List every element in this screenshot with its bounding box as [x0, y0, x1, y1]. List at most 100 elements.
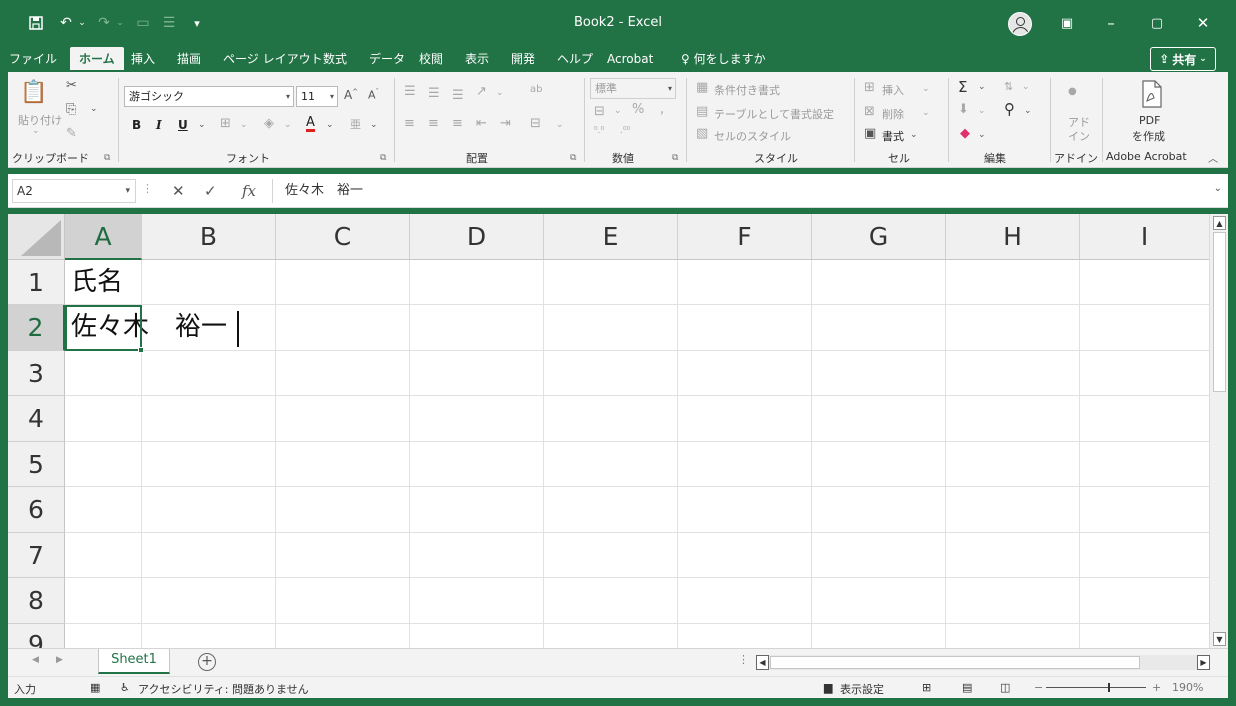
cell-i2[interactable]: [1080, 305, 1210, 351]
cell-i4[interactable]: [1080, 396, 1210, 442]
scroll-right-icon[interactable]: ▶: [1197, 655, 1210, 670]
cell-i5[interactable]: [1080, 442, 1210, 487]
number-launcher-icon[interactable]: ⧉: [672, 153, 678, 163]
cell-b8[interactable]: [142, 578, 276, 624]
format-as-table-icon[interactable]: ▤: [696, 104, 708, 119]
cell-c8[interactable]: [276, 578, 410, 624]
tab-review[interactable]: 校閲: [410, 47, 452, 72]
zoom-out-icon[interactable]: −: [1034, 681, 1043, 694]
column-header-d[interactable]: D: [410, 214, 544, 260]
cell-f8[interactable]: [678, 578, 812, 624]
sheet-tab-sheet1[interactable]: Sheet1: [98, 649, 170, 674]
cell-i9[interactable]: [1080, 624, 1210, 648]
normal-view-icon[interactable]: ⊞: [922, 681, 931, 694]
cell-d1[interactable]: [410, 260, 544, 305]
paste-button[interactable]: 貼り付け: [18, 112, 62, 128]
cell-d6[interactable]: [410, 487, 544, 533]
row-header-3[interactable]: 3: [8, 351, 65, 396]
restore-icon[interactable]: ▢: [1134, 8, 1180, 38]
cell-b3[interactable]: [142, 351, 276, 396]
column-header-h[interactable]: H: [946, 214, 1080, 260]
align-left-icon[interactable]: ≡: [404, 116, 415, 131]
cell-c9[interactable]: [276, 624, 410, 648]
font-color-dropdown-icon[interactable]: ⌄: [326, 120, 334, 130]
format-cells-button[interactable]: 書式: [882, 128, 904, 144]
column-header-c[interactable]: C: [276, 214, 410, 260]
close-icon[interactable]: ✕: [1180, 8, 1226, 38]
undo-icon[interactable]: ↶: [56, 12, 76, 34]
insert-cells-button[interactable]: 挿入: [882, 82, 904, 98]
align-middle-icon[interactable]: ☰: [428, 86, 440, 101]
wrap-text-icon[interactable]: ab: [530, 84, 542, 95]
underline-dropdown-icon[interactable]: ⌄: [198, 120, 206, 130]
cell-e7[interactable]: [544, 533, 678, 578]
vertical-scroll-thumb[interactable]: [1213, 232, 1226, 392]
cell-h3[interactable]: [946, 351, 1080, 396]
tell-me-search[interactable]: ♀ 何をしますか: [672, 47, 775, 72]
horizontal-scroll-thumb[interactable]: [770, 656, 1140, 669]
delete-dropdown-icon[interactable]: ⌄: [922, 108, 930, 118]
display-settings-icon[interactable]: ▆: [824, 681, 832, 694]
name-box[interactable]: A2 ▾: [12, 179, 136, 203]
autosum-dropdown-icon[interactable]: ⌄: [978, 82, 986, 92]
cell-c4[interactable]: [276, 396, 410, 442]
worksheet-grid[interactable]: A B C D E F G H I 1 2 3 4 5 6 7 8 9 氏名 佐…: [8, 214, 1228, 648]
cell-a8[interactable]: [65, 578, 142, 624]
percent-icon[interactable]: %: [632, 102, 644, 117]
new-file-icon[interactable]: ▭: [134, 12, 152, 34]
fill-icon[interactable]: ⬇: [958, 102, 969, 117]
next-sheet-icon[interactable]: ▶: [56, 655, 63, 665]
vertical-scrollbar[interactable]: ▲ ▼: [1209, 214, 1228, 648]
cell-g9[interactable]: [812, 624, 946, 648]
comma-icon[interactable]: ,: [660, 102, 664, 117]
cell-h4[interactable]: [946, 396, 1080, 442]
cell-f6[interactable]: [678, 487, 812, 533]
cell-e4[interactable]: [544, 396, 678, 442]
zoom-slider[interactable]: [1046, 683, 1146, 692]
format-dropdown-icon[interactable]: ⌄: [910, 130, 918, 140]
underline-icon[interactable]: U: [178, 118, 188, 132]
row-header-1[interactable]: 1: [8, 260, 65, 305]
column-header-g[interactable]: G: [812, 214, 946, 260]
fill-handle[interactable]: [138, 347, 144, 353]
cell-d7[interactable]: [410, 533, 544, 578]
cell-d5[interactable]: [410, 442, 544, 487]
cell-i1[interactable]: [1080, 260, 1210, 305]
scroll-left-icon[interactable]: ◀: [756, 655, 769, 670]
page-break-preview-icon[interactable]: ◫: [1000, 681, 1010, 694]
find-select-icon[interactable]: ⚲: [1004, 100, 1015, 118]
column-header-f[interactable]: F: [678, 214, 812, 260]
tab-formulas[interactable]: 数式: [314, 47, 356, 72]
column-header-e[interactable]: E: [544, 214, 678, 260]
alignment-launcher-icon[interactable]: ⧉: [570, 153, 576, 163]
cell-a4[interactable]: [65, 396, 142, 442]
cell-f9[interactable]: [678, 624, 812, 648]
accessibility-status[interactable]: アクセシビリティ: 問題ありません: [138, 681, 309, 697]
create-pdf-label[interactable]: PDF: [1139, 114, 1160, 127]
format-painter-icon[interactable]: ✎: [66, 126, 77, 141]
sort-filter-dropdown-icon[interactable]: ⌄: [1022, 82, 1030, 92]
borders-icon[interactable]: ⊞: [220, 116, 231, 131]
addins-icon[interactable]: ●: [1068, 86, 1077, 97]
cell-c7[interactable]: [276, 533, 410, 578]
insert-function-button[interactable]: fx: [242, 182, 256, 200]
accessibility-icon[interactable]: ♿: [120, 681, 130, 694]
font-launcher-icon[interactable]: ⧉: [380, 153, 386, 163]
cell-c5[interactable]: [276, 442, 410, 487]
collapse-ribbon-icon[interactable]: ︿: [1208, 150, 1218, 165]
fill-dropdown-icon[interactable]: ⌄: [978, 106, 986, 116]
redo-dropdown-icon[interactable]: ⌄: [114, 12, 126, 34]
zoom-level[interactable]: 190%: [1172, 681, 1203, 694]
cell-b6[interactable]: [142, 487, 276, 533]
cell-a9[interactable]: [65, 624, 142, 648]
cell-i8[interactable]: [1080, 578, 1210, 624]
cell-a7[interactable]: [65, 533, 142, 578]
cell-b9[interactable]: [142, 624, 276, 648]
bold-icon[interactable]: B: [132, 118, 141, 132]
clear-dropdown-icon[interactable]: ⌄: [978, 130, 986, 140]
split-handle-icon[interactable]: ⋮: [738, 653, 749, 666]
cell-f5[interactable]: [678, 442, 812, 487]
sort-filter-icon[interactable]: ⇅: [1004, 80, 1013, 93]
cell-f4[interactable]: [678, 396, 812, 442]
cell-h6[interactable]: [946, 487, 1080, 533]
